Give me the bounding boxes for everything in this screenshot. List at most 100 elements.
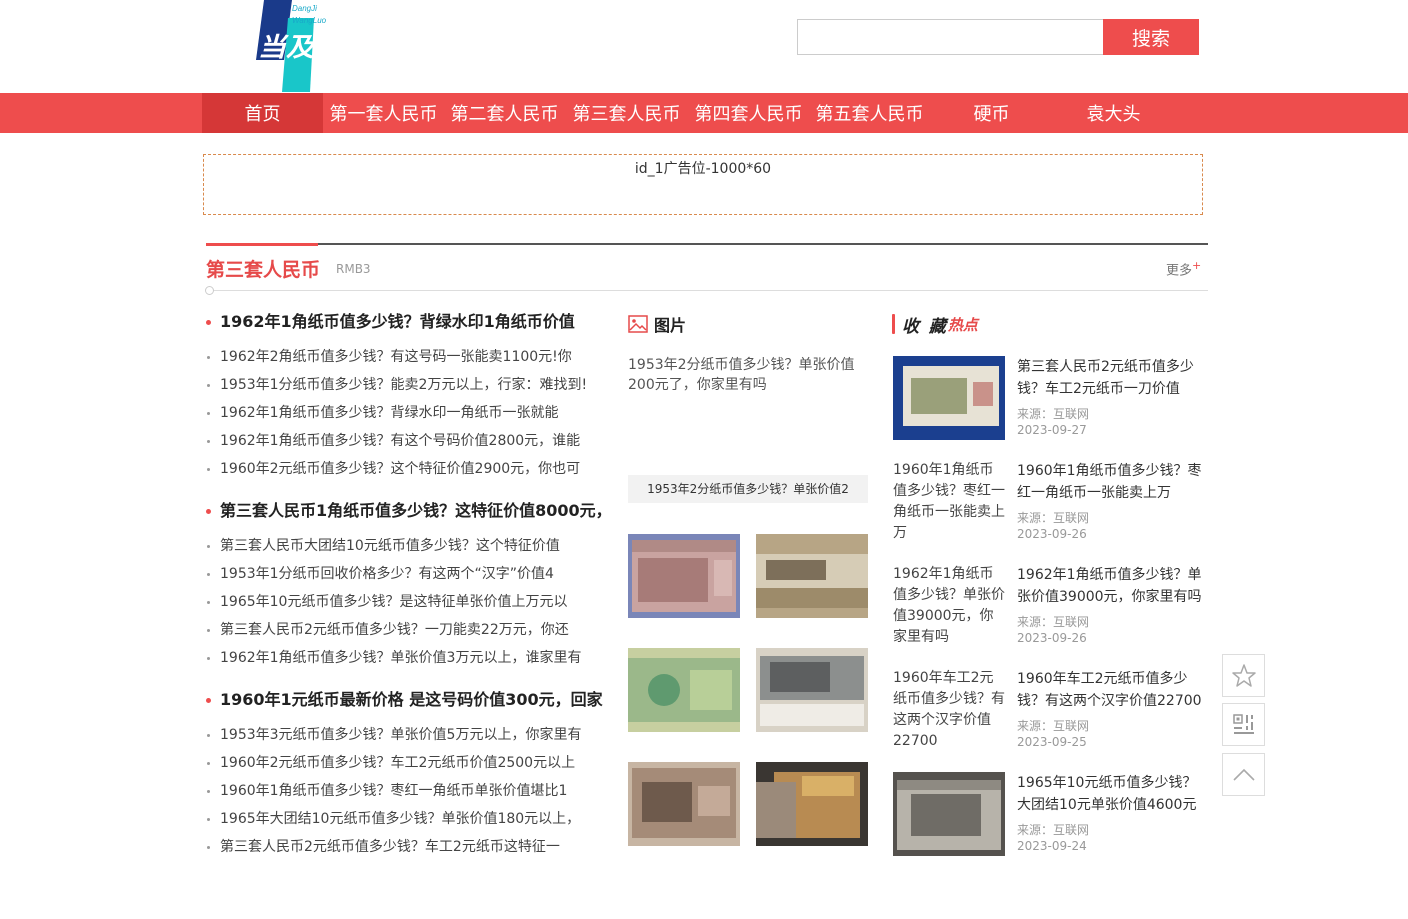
banknote-image <box>628 534 740 618</box>
banknote-thumbnail[interactable] <box>628 762 740 846</box>
banknote-thumbnail[interactable] <box>756 762 868 846</box>
feature-caption[interactable]: 1953年2分纸币值多少钱？单张价值2 <box>628 475 868 503</box>
hot-item-thumbnail[interactable] <box>893 356 1005 440</box>
section-subtitle: RMB3 <box>336 262 371 276</box>
nav-item-yuandatou[interactable]: 袁大头 <box>1053 93 1174 133</box>
hot-item[interactable]: 1962年1角纸币值多少钱？单张价值39000元，你家里有吗 1962年1角纸币… <box>893 564 1209 648</box>
banknote-image <box>628 762 740 846</box>
article-list: 1962年1角纸币值多少钱？背绿水印1角纸币价值 1962年2角纸币值多少钱？有… <box>204 308 604 875</box>
nav-item-rmb5[interactable]: 第五套人民币 <box>809 93 930 133</box>
list-item[interactable]: 1960年2元纸币值多少钱？这个特征价值2900元，你也可 <box>204 455 604 483</box>
group-headline[interactable]: 第三套人民币1角纸币值多少钱？这特征价值8000元， <box>204 497 604 525</box>
hot-item-title[interactable]: 1960年1角纸币值多少钱？枣红一角纸币一张能卖上万 <box>1017 460 1209 504</box>
list-item[interactable]: 1953年1分纸币值多少钱？能卖2万元以上，行家：难找到! <box>204 371 604 399</box>
hot-item-title[interactable]: 1960年车工2元纸币值多少钱？有这两个汉字价值22700 <box>1017 668 1209 712</box>
search-button[interactable]: 搜索 <box>1103 19 1199 55</box>
qrcode-button[interactable] <box>1222 703 1265 746</box>
list-item[interactable]: 1962年2角纸币值多少钱？有这号码一张能卖1100元!你 <box>204 343 604 371</box>
nav-item-rmb1[interactable]: 第一套人民币 <box>323 93 444 133</box>
back-to-top-button[interactable] <box>1222 753 1265 796</box>
banknote-image <box>893 356 1005 440</box>
list-item[interactable]: 1965年大团结10元纸币值多少钱？单张价值180元以上， <box>204 805 604 833</box>
hot-item-thumbnail[interactable]: 1962年1角纸币值多少钱？单张价值39000元，你家里有吗 <box>893 564 1005 648</box>
hot-item[interactable]: 1960年车工2元纸币值多少钱？有这两个汉字价值22700 1960年车工2元纸… <box>893 668 1209 752</box>
hot-item[interactable]: 1965年10元纸币值多少钱？大团结10元单张价值4600元 来源：互联网 20… <box>893 772 1209 856</box>
logo-graphic: DangJi WangLuo 当及网络 <box>256 0 374 92</box>
hot-item-date: 2023-09-26 <box>1017 631 1087 645</box>
site-logo[interactable]: DangJi WangLuo 当及网络 <box>256 0 376 92</box>
nav-item-rmb3[interactable]: 第三套人民币 <box>566 93 687 133</box>
qrcode-icon <box>1232 713 1254 734</box>
banknote-image <box>893 772 1005 856</box>
banknote-thumbnail[interactable] <box>756 648 868 732</box>
banknote-image <box>756 762 868 846</box>
hot-heading-label: 收 藏 <box>902 316 948 337</box>
hot-item[interactable]: 1960年1角纸币值多少钱？枣红一角纸币一张能卖上万 1960年1角纸币值多少钱… <box>893 460 1209 544</box>
hot-item-date: 2023-09-26 <box>1017 527 1087 541</box>
more-plus-icon: + <box>1192 259 1202 272</box>
search-input[interactable] <box>798 20 1103 54</box>
list-item[interactable]: 1962年1角纸币值多少钱？有这个号码价值2800元，谁能 <box>204 427 604 455</box>
logo-en-line2: WangLuo <box>292 16 327 25</box>
hot-heading-bar <box>892 314 895 334</box>
image-icon <box>628 315 648 333</box>
nav-item-home[interactable]: 首页 <box>202 93 323 133</box>
hot-item-date: 2023-09-25 <box>1017 735 1087 749</box>
favorite-button[interactable] <box>1222 654 1265 697</box>
hot-heading-accent: 热点 <box>947 315 978 334</box>
list-item[interactable]: 第三套人民币2元纸币值多少钱？车工2元纸币这特征一 <box>204 833 604 861</box>
article-group: 1962年1角纸币值多少钱？背绿水印1角纸币价值 1962年2角纸币值多少钱？有… <box>204 308 604 483</box>
list-item[interactable]: 1965年10元纸币值多少钱？是这特征单张价值上万元以 <box>204 588 604 616</box>
feature-image[interactable]: 1953年2分纸币值多少钱？单张价值200元了，你家里有吗 <box>628 355 868 465</box>
pictures-heading: 图片 <box>628 313 686 335</box>
list-item[interactable]: 1953年1分纸币回收价格多少？有这两个“汉字”价值4 <box>204 560 604 588</box>
nav-item-rmb2[interactable]: 第二套人民币 <box>444 93 565 133</box>
hot-item-source: 来源：互联网 <box>1017 823 1090 837</box>
list-item[interactable]: 1962年1角纸币值多少钱？单张价值3万元以上，谁家里有 <box>204 644 604 672</box>
hot-item-date: 2023-09-24 <box>1017 839 1087 853</box>
more-link[interactable]: 更多+ <box>1166 259 1201 278</box>
banknote-thumbnail[interactable] <box>628 648 740 732</box>
pictures-heading-label: 图片 <box>654 316 687 335</box>
nav-item-coins[interactable]: 硬币 <box>931 93 1052 133</box>
group-headline[interactable]: 1962年1角纸币值多少钱？背绿水印1角纸币价值 <box>204 308 604 336</box>
logo-text: 当及网络 <box>258 33 374 63</box>
logo-en-line1: DangJi <box>292 4 317 13</box>
section-title[interactable]: 第三套人民币 <box>206 255 320 282</box>
banknote-image <box>756 648 868 732</box>
hot-heading: 收 藏 热点 <box>892 313 978 337</box>
banknote-thumbnail[interactable] <box>756 534 868 618</box>
article-group: 1960年1元纸币最新价格 是这号码价值300元，回家 1953年3元纸币值多少… <box>204 686 604 861</box>
nav-item-rmb4[interactable]: 第四套人民币 <box>688 93 809 133</box>
ad-banner[interactable]: id_1广告位-1000*60 <box>203 154 1203 215</box>
list-item[interactable]: 1953年3元纸币值多少钱？单张价值5万元以上，你家里有 <box>204 721 604 749</box>
section-accent-bar <box>206 243 318 246</box>
hot-item-thumbnail[interactable] <box>893 772 1005 856</box>
list-item[interactable]: 1962年1角纸币值多少钱？背绿水印一角纸币一张就能 <box>204 399 604 427</box>
list-item[interactable]: 第三套人民币2元纸币值多少钱？一刀能卖22万元，你还 <box>204 616 604 644</box>
hot-item-source: 来源：互联网 <box>1017 407 1090 421</box>
list-item[interactable]: 1960年1角纸币值多少钱？枣红一角纸币单张价值堪比1 <box>204 777 604 805</box>
hot-item-title[interactable]: 第三套人民币2元纸币值多少钱？车工2元纸币一刀价值 <box>1017 356 1209 400</box>
hot-item[interactable]: 第三套人民币2元纸币值多少钱？车工2元纸币一刀价值 来源：互联网 2023-09… <box>893 356 1209 440</box>
hot-item-title[interactable]: 1965年10元纸币值多少钱？大团结10元单张价值4600元 <box>1017 772 1209 816</box>
banknote-image <box>628 648 740 732</box>
hot-item-title[interactable]: 1962年1角纸币值多少钱？单张价值39000元，你家里有吗 <box>1017 564 1209 608</box>
more-link-label: 更多 <box>1166 263 1193 279</box>
main-nav: 首页 第一套人民币 第二套人民币 第三套人民币 第四套人民币 第五套人民币 硬币… <box>0 93 1408 133</box>
banknote-thumbnail[interactable] <box>628 534 740 618</box>
hot-item-thumbnail[interactable]: 1960年1角纸币值多少钱？枣红一角纸币一张能卖上万 <box>893 460 1005 544</box>
list-item[interactable]: 第三套人民币大团结10元纸币值多少钱？这个特征价值 <box>204 532 604 560</box>
banknote-image <box>756 534 868 618</box>
section-divider <box>206 243 1208 245</box>
hot-item-source: 来源：互联网 <box>1017 511 1090 525</box>
hot-item-source: 来源：互联网 <box>1017 719 1090 733</box>
article-group: 第三套人民币1角纸币值多少钱？这特征价值8000元， 第三套人民币大团结10元纸… <box>204 497 604 672</box>
chevron-up-icon <box>1232 768 1255 781</box>
list-item[interactable]: 1960年2元纸币值多少钱？车工2元纸币价值2500元以上 <box>204 749 604 777</box>
hot-item-thumbnail[interactable]: 1960年车工2元纸币值多少钱？有这两个汉字价值22700 <box>893 668 1005 752</box>
search-input-wrapper <box>797 19 1103 55</box>
hot-item-source: 来源：互联网 <box>1017 615 1090 629</box>
star-icon <box>1231 663 1256 687</box>
group-headline[interactable]: 1960年1元纸币最新价格 是这号码价值300元，回家 <box>204 686 604 714</box>
